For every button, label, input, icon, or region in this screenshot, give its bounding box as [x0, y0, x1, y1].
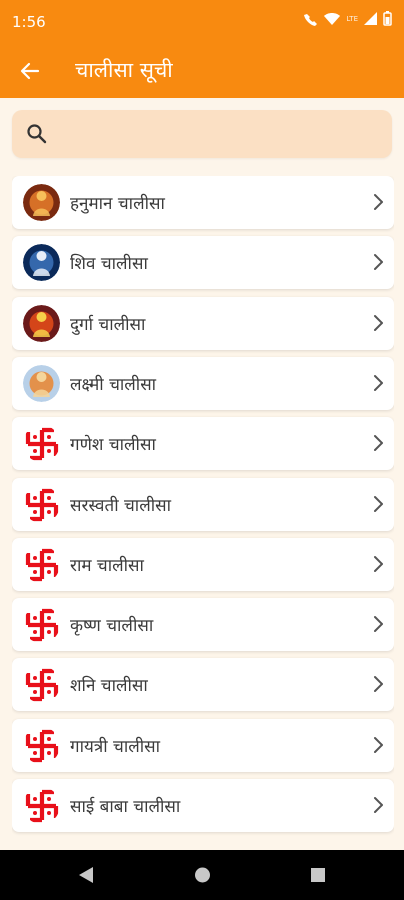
chevron-right-icon [372, 434, 384, 456]
chevron-right-icon [372, 615, 384, 637]
swastika-icon [23, 606, 60, 643]
chevron-right-icon [372, 736, 384, 758]
chevron-right-icon [372, 314, 384, 336]
chevron-right-icon [372, 374, 384, 396]
status-icons: LTE [304, 11, 392, 26]
chevron-right-icon [372, 495, 384, 517]
hanuman-portrait-image [23, 184, 60, 221]
chevron-right-icon [372, 675, 384, 697]
chevron-right-icon [372, 193, 384, 215]
wifi-call-icon [304, 13, 318, 26]
list-item[interactable]: साई बाबा चालीसा [12, 779, 394, 832]
swastika-icon [23, 546, 60, 583]
swastika-icon [23, 787, 60, 824]
swastika-icon [23, 486, 60, 523]
wifi-icon [324, 12, 341, 25]
list-item-label: शिव चालीसा [70, 254, 148, 274]
chevron-right-icon [372, 555, 384, 577]
list-item[interactable]: शनि चालीसा [12, 658, 394, 711]
app-bar: चालीसा सूची [0, 44, 404, 98]
swastika-icon [23, 666, 60, 703]
list-item-label: दुर्गा चालीसा [70, 315, 146, 335]
search-icon [27, 124, 47, 144]
list-item-label: शनि चालीसा [70, 676, 148, 696]
signal-icon [364, 12, 377, 25]
nav-recents-icon[interactable] [310, 866, 326, 884]
navigation-bar [0, 850, 404, 900]
chalisa-list: हनुमान चालीसा शिव चालीसा दुर्गा चालीसा ल… [12, 176, 394, 848]
status-time: 1:56 [12, 13, 46, 31]
arrow-left-icon [20, 62, 40, 80]
list-item[interactable]: शिव चालीसा [12, 236, 394, 289]
battery-icon [383, 11, 392, 26]
nav-home-icon[interactable] [194, 866, 211, 884]
back-button[interactable] [16, 57, 44, 85]
list-item-label: गायत्री चालीसा [70, 737, 161, 757]
list-item-label: साई बाबा चालीसा [70, 797, 181, 817]
network-type: LTE [346, 14, 358, 23]
list-item-label: राम चालीसा [70, 556, 144, 576]
shiva-portrait-image [23, 244, 60, 281]
swastika-icon [23, 727, 60, 764]
lakshmi-portrait-image [23, 365, 60, 402]
search-bar[interactable] [12, 110, 392, 160]
nav-back-icon[interactable] [78, 866, 94, 884]
chevron-right-icon [372, 253, 384, 275]
list-item[interactable]: हनुमान चालीसा [12, 176, 394, 229]
list-item[interactable]: राम चालीसा [12, 538, 394, 591]
list-item-label: सरस्वती चालीसा [70, 496, 172, 516]
durga-portrait-image [23, 305, 60, 342]
list-item[interactable]: लक्ष्मी चालीसा [12, 357, 394, 410]
search-input[interactable] [60, 110, 384, 160]
list-item[interactable]: सरस्वती चालीसा [12, 478, 394, 531]
list-item[interactable]: दुर्गा चालीसा [12, 297, 394, 350]
list-item[interactable]: कृष्ण चालीसा [12, 598, 394, 651]
list-item-label: कृष्ण चालीसा [70, 616, 154, 636]
list-item[interactable]: गायत्री चालीसा [12, 719, 394, 772]
chevron-right-icon [372, 796, 384, 818]
list-item-label: लक्ष्मी चालीसा [70, 375, 157, 395]
status-bar: 1:56 LTE [0, 0, 404, 44]
swastika-icon [23, 425, 60, 462]
list-item-label: हनुमान चालीसा [70, 194, 165, 214]
page-title: चालीसा सूची [75, 58, 173, 82]
list-item-label: गणेश चालीसा [70, 435, 156, 455]
list-item[interactable]: गणेश चालीसा [12, 417, 394, 470]
